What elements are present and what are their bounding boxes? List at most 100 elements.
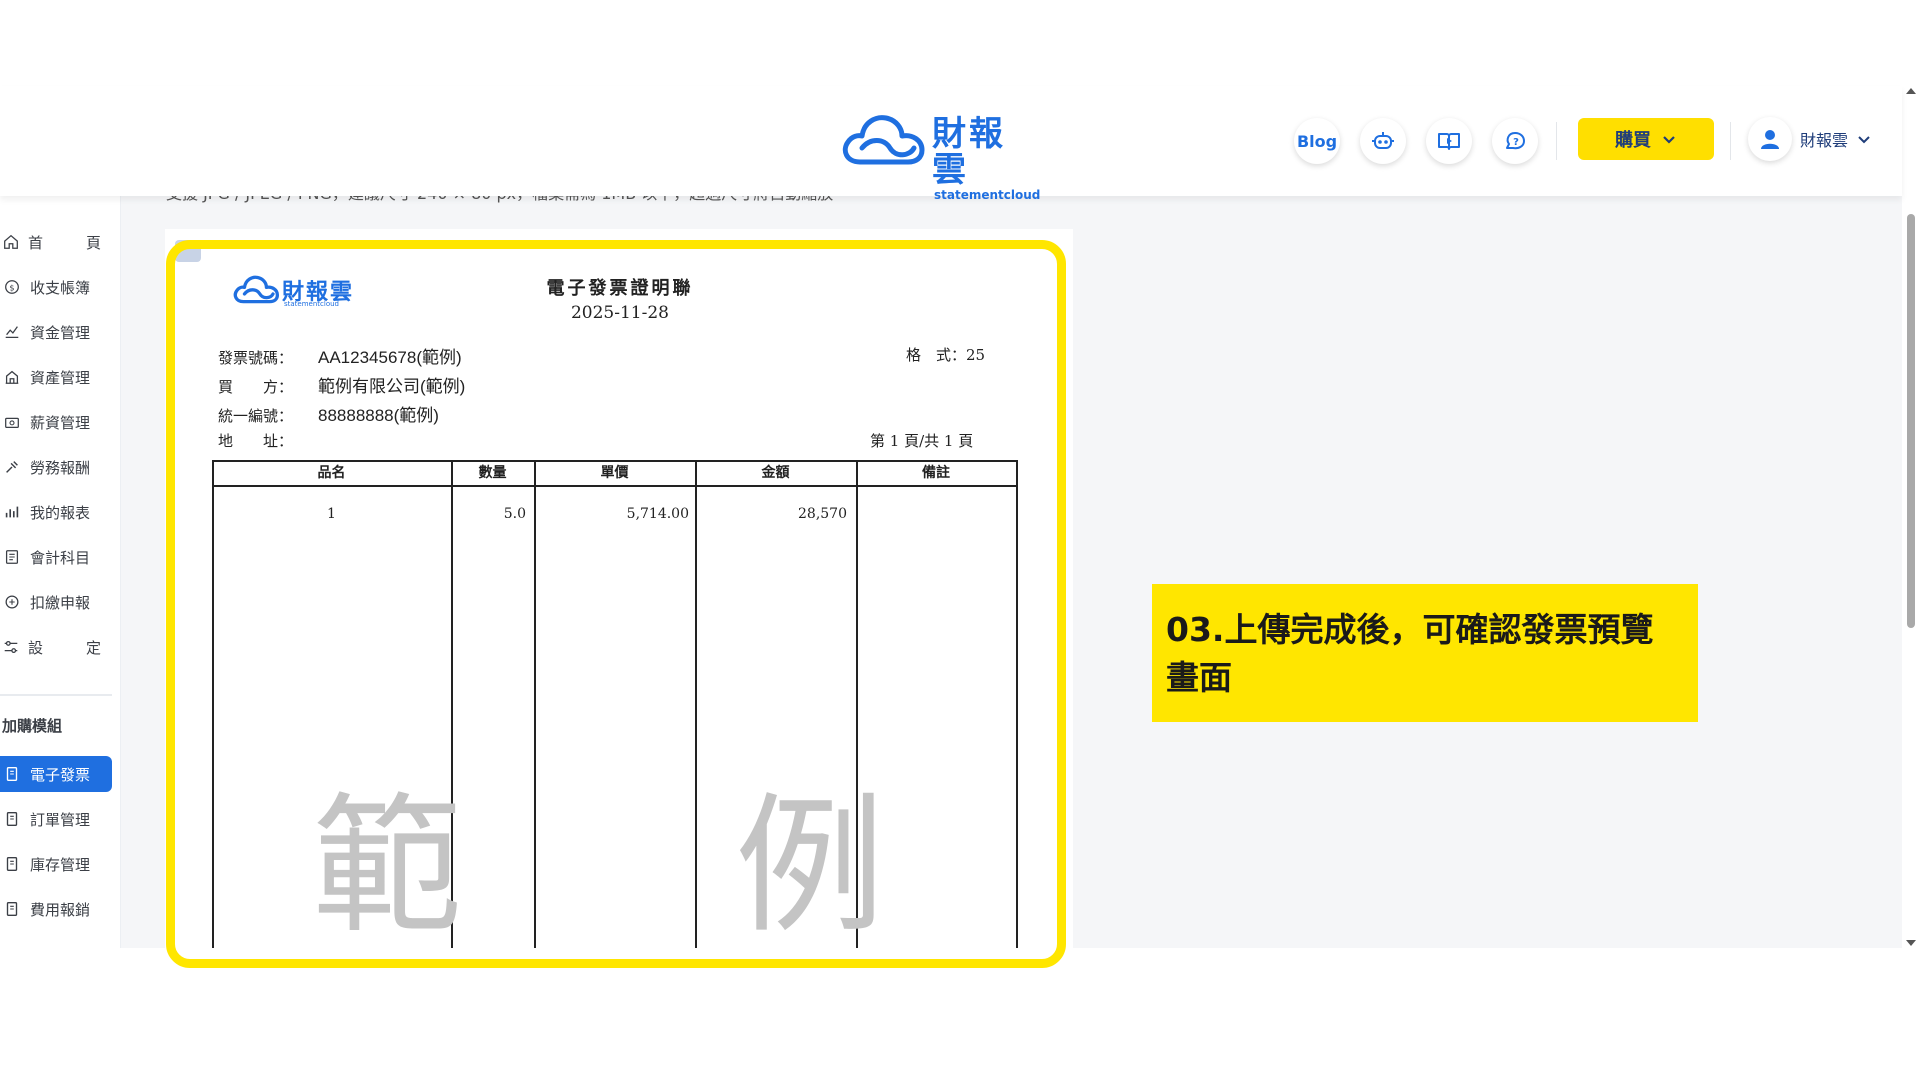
sidebar-item-label: 扣繳申報	[30, 593, 91, 612]
buy-button-label: 購買	[1615, 130, 1651, 151]
row-unit-price: 5,714.00	[626, 506, 689, 522]
header-divider	[1730, 122, 1731, 160]
cloud-logo-icon	[233, 275, 280, 304]
row-item-name: 1	[327, 506, 336, 522]
top-header: 財報雲 statementcloud Blog ? 購買 財報雲	[0, 86, 1902, 202]
sidebar-item-settings[interactable]: 設 定	[0, 629, 112, 665]
brand-name-en: statementcloud	[934, 188, 1041, 202]
sidebar-item-label: 資產管理	[30, 368, 91, 387]
invoice-number-value: AA12345678(範例)	[318, 348, 462, 367]
tax-id-row: 統一編號： 88888888(範例)	[218, 401, 439, 426]
invoice-title: 電子發票證明聯	[546, 278, 694, 299]
buyer-label: 買 方：	[218, 378, 294, 396]
ledger-icon	[2, 547, 22, 567]
help-button[interactable]: ?	[1492, 118, 1538, 164]
sidebar-item-label: 會計科目	[30, 548, 91, 567]
column-header-qty: 數量	[478, 465, 507, 481]
tax-id-label: 統一編號：	[218, 407, 294, 425]
page-scrollbar[interactable]	[1902, 86, 1920, 948]
column-header-amount: 金額	[761, 465, 790, 481]
user-menu[interactable]: 財報雲	[1748, 116, 1872, 162]
tutorial-button[interactable]	[1426, 118, 1472, 164]
home-icon	[2, 232, 20, 252]
coin-icon: $	[2, 277, 22, 297]
invoice-logo-en: statementcloud	[284, 300, 339, 308]
invoice-logo: 財報雲 statementcloud	[232, 272, 352, 310]
column-header-item: 品名	[317, 465, 346, 481]
svg-text:$: $	[9, 283, 14, 293]
step-callout: 03.上傳完成後，可確認發票預覽畫面	[1152, 584, 1698, 722]
sidebar-item-label: 收支帳簿	[30, 278, 91, 297]
sidebar-item-label: 我的報表	[30, 503, 91, 522]
scroll-thumb[interactable]	[1907, 214, 1915, 628]
sidebar-item-withholding[interactable]: 扣繳申報	[0, 584, 112, 620]
brand-logo[interactable]: 財報雲 statementcloud	[840, 108, 1040, 202]
sidebar-item-label: 電子發票	[30, 765, 91, 784]
sidebar-item-label: 設 定	[28, 638, 116, 657]
sidebar-item-label: 訂單管理	[30, 810, 91, 829]
payroll-icon	[2, 412, 22, 432]
preview-corner-tag[interactable]	[175, 240, 201, 262]
buy-button[interactable]: 購買	[1578, 118, 1714, 160]
asset-icon	[2, 367, 22, 387]
sidebar-item-label: 薪資管理	[30, 413, 91, 432]
invoice-date: 2025-11-28	[570, 303, 669, 323]
sidebar-item-fund[interactable]: 資金管理	[0, 314, 112, 350]
sidebar-item-asset[interactable]: 資產管理	[0, 359, 112, 395]
sample-watermark-2: 例	[735, 780, 886, 954]
scroll-down-arrow-icon[interactable]	[1906, 940, 1916, 946]
column-header-note: 備註	[922, 465, 950, 481]
invoice-icon	[2, 764, 22, 784]
header-divider	[1556, 122, 1557, 160]
sidebar-item-home[interactable]: 首 頁	[0, 224, 112, 260]
svg-text:?: ?	[1513, 137, 1519, 148]
cloud-logo-icon	[842, 115, 925, 165]
sidebar-item-label: 費用報銷	[30, 900, 91, 919]
sidebar-item-report[interactable]: 我的報表	[0, 494, 112, 530]
sidebar-item-labor[interactable]: 勞務報酬	[0, 449, 112, 485]
robot-icon	[1372, 132, 1394, 149]
sidebar-item-label: 首 頁	[28, 233, 116, 252]
book-video-icon	[1438, 133, 1460, 150]
invoice-icon	[2, 854, 22, 874]
scroll-up-arrow-icon[interactable]	[1906, 88, 1916, 94]
sidebar-item-ledger-book[interactable]: $ 收支帳簿	[0, 269, 112, 305]
invoice-page-count: 第 1 頁/共 1 頁	[870, 432, 974, 450]
sidebar-item-inventory[interactable]: 庫存管理	[0, 846, 112, 882]
sidebar-item-orders[interactable]: 訂單管理	[0, 801, 112, 837]
addon-section-title: 加購模組	[2, 717, 63, 735]
avatar	[1748, 117, 1792, 161]
report-icon	[2, 502, 22, 522]
invoice-icon	[2, 899, 22, 919]
address-label: 地 址：	[218, 432, 294, 450]
user-name: 財報雲	[1800, 131, 1849, 150]
settings-icon	[2, 637, 20, 657]
chevron-down-icon	[1858, 136, 1870, 144]
chevron-down-icon	[1663, 136, 1675, 144]
sidebar-item-e-invoice[interactable]: 電子發票	[0, 756, 112, 792]
address-row: 地 址：	[218, 430, 318, 451]
buyer-value: 範例有限公司(範例)	[318, 377, 466, 396]
sidebar-item-expenses[interactable]: 費用報銷	[0, 891, 112, 927]
sidebar-item-label: 庫存管理	[30, 855, 91, 874]
ai-assistant-button[interactable]	[1360, 118, 1406, 164]
sidebar-item-label: 資金管理	[30, 323, 91, 342]
sidebar-item-label: 勞務報酬	[30, 458, 91, 477]
sidebar-item-payroll[interactable]: 薪資管理	[0, 404, 112, 440]
user-icon	[1761, 130, 1779, 149]
buyer-row: 買 方： 範例有限公司(範例)	[218, 372, 465, 397]
labor-icon	[2, 457, 22, 477]
blog-button[interactable]: Blog	[1294, 118, 1340, 164]
row-qty: 5.0	[503, 506, 526, 522]
invoice-icon	[2, 809, 22, 829]
sidebar-item-accounts[interactable]: 會計科目	[0, 539, 112, 575]
sidebar-divider	[0, 694, 112, 696]
invoice-format: 格 式：25	[906, 346, 986, 364]
column-header-unit-price: 單價	[600, 465, 629, 481]
withholding-icon	[2, 592, 22, 612]
invoice-number-label: 發票號碼：	[218, 349, 294, 367]
tax-id-value: 88888888(範例)	[318, 406, 439, 425]
fund-icon	[2, 322, 22, 342]
question-chat-icon: ?	[1506, 132, 1525, 150]
invoice-number-row: 發票號碼： AA12345678(範例)	[218, 343, 462, 368]
